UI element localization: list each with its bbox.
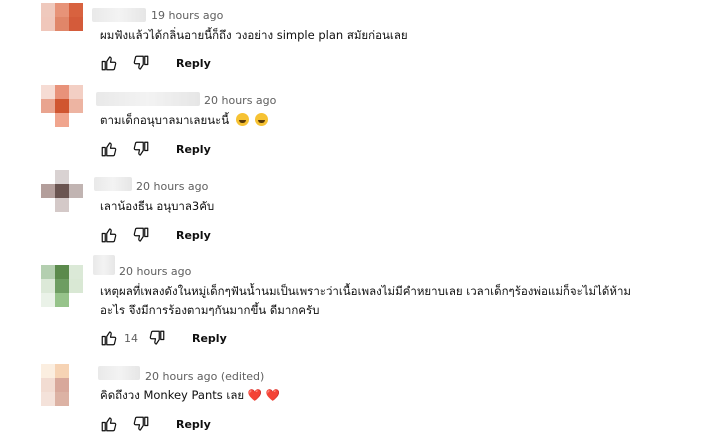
comment-text-body: คิดถึงวง Monkey Pants เลย: [100, 388, 245, 402]
grinning-face-emoji-icon: [255, 113, 269, 126]
author-name[interactable]: [92, 8, 146, 22]
comment-item: 20 hours ago เลาน้องธีน อนุบาล3คับ Reply: [0, 170, 728, 255]
grinning-face-emoji-icon: [235, 113, 249, 126]
comment-item: 19 hours ago ผมฟังแล้วได้กลิ่นอายนี้ก็ถึ…: [0, 0, 728, 85]
comment-text-line: อะไร จึงมีการร้องตามๆกันมากขึ้น ดีมากครั…: [100, 303, 320, 317]
dislike-icon[interactable]: [148, 329, 166, 347]
comment-actions: Reply: [100, 139, 211, 159]
dislike-icon[interactable]: [132, 415, 150, 433]
like-icon[interactable]: [100, 415, 118, 433]
comment-text: คิดถึงวง Monkey Pants เลย ❤️ ❤️: [100, 386, 700, 405]
like-count: 14: [124, 331, 138, 345]
comment-item: 20 hours ago ตามเด็กอนุบาลมาเลยนะนี้ Rep…: [0, 85, 728, 170]
author-name[interactable]: [98, 366, 140, 380]
dislike-icon[interactable]: [132, 226, 150, 244]
author-name[interactable]: [96, 92, 200, 106]
comment-actions: Reply: [100, 225, 211, 245]
comment-item: 20 hours ago เหตุผลที่เพลงดังในหมู่เด็กๆ…: [0, 255, 728, 360]
avatar[interactable]: [41, 364, 83, 406]
comment-timestamp[interactable]: 20 hours ago: [136, 180, 208, 193]
comment-timestamp[interactable]: 20 hours ago (edited): [145, 370, 264, 383]
reply-button[interactable]: Reply: [176, 57, 211, 70]
comment-text: ผมฟังแล้วได้กลิ่นอายนี้ก็ถึง วงอย่าง sim…: [100, 28, 408, 42]
comment-text: ตามเด็กอนุบาลมาเลยนะนี้: [100, 111, 700, 130]
comment-item: 20 hours ago (edited) คิดถึงวง Monkey Pa…: [0, 360, 728, 445]
author-name[interactable]: [94, 177, 132, 191]
comment-timestamp[interactable]: 19 hours ago: [151, 9, 223, 22]
reply-button[interactable]: Reply: [192, 332, 227, 345]
author-name[interactable]: [93, 255, 115, 275]
avatar[interactable]: [41, 265, 83, 307]
like-icon[interactable]: [100, 226, 118, 244]
reply-button[interactable]: Reply: [176, 143, 211, 156]
comment-timestamp[interactable]: 20 hours ago: [204, 94, 276, 107]
comment-text-body: ตามเด็กอนุบาลมาเลยนะนี้: [100, 113, 230, 127]
like-icon[interactable]: [100, 140, 118, 158]
reply-button[interactable]: Reply: [176, 418, 211, 431]
avatar[interactable]: [41, 3, 83, 45]
comment-actions: Reply: [100, 53, 211, 73]
dislike-icon[interactable]: [132, 54, 150, 72]
avatar[interactable]: [41, 170, 83, 212]
comment-actions: Reply: [100, 414, 211, 434]
like-icon[interactable]: [100, 329, 118, 347]
comment-timestamp[interactable]: 20 hours ago: [119, 265, 191, 278]
comment-text: เหตุผลที่เพลงดังในหมู่เด็กๆฟันน้ำนมเป็นเ…: [100, 282, 720, 320]
reply-button[interactable]: Reply: [176, 229, 211, 242]
comment-text: เลาน้องธีน อนุบาล3คับ: [100, 199, 215, 213]
like-icon[interactable]: [100, 54, 118, 72]
dislike-icon[interactable]: [132, 140, 150, 158]
avatar[interactable]: [41, 85, 83, 127]
heart-emoji-icon: ❤️ ❤️: [247, 388, 281, 402]
comment-actions: 14 Reply: [100, 328, 227, 348]
comment-text-line: เหตุผลที่เพลงดังในหมู่เด็กๆฟันน้ำนมเป็นเ…: [100, 284, 632, 298]
